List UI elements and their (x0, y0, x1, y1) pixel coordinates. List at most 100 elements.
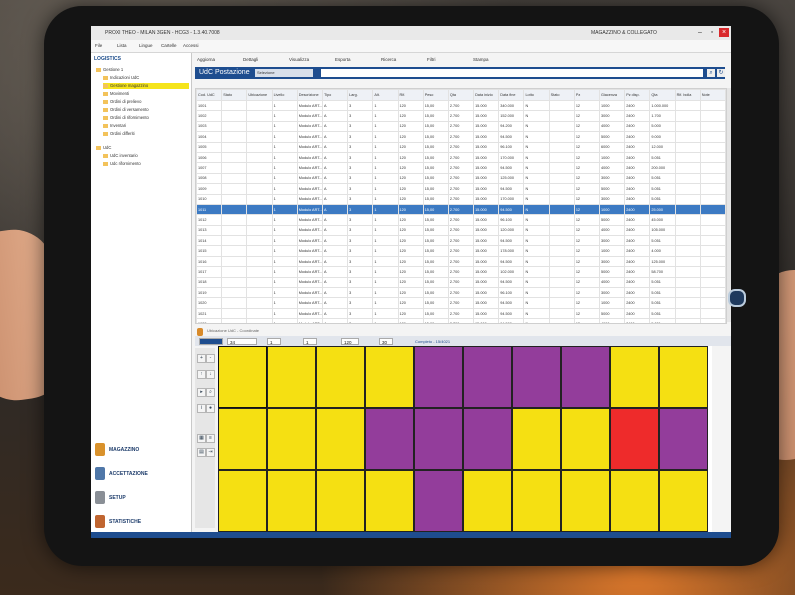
table-row[interactable]: 1019 1 Modulo ART... A 3 1 120 15,00 2.700 15.000… (196, 287, 726, 299)
location-cell[interactable] (316, 408, 365, 470)
column-header[interactable]: Pz disp. (624, 89, 651, 101)
table-row[interactable]: 1021 1 Modulo ART... A 3 1 120 15,00 2.700 15.000… (196, 307, 726, 320)
tree-item[interactable]: Gestione magazzino (103, 83, 148, 88)
column-header[interactable]: Data inizio (473, 89, 500, 101)
move-down-icon[interactable]: ↓ (206, 370, 215, 379)
toolbar-item-0[interactable]: Aggiorna (197, 57, 215, 62)
location-cell[interactable] (365, 470, 414, 532)
table-row[interactable]: 1018 1 Modulo ART... A 3 1 120 15,00 2.700 15.000… (196, 276, 726, 289)
table-row[interactable]: 1007 1 Modulo ART... A 3 1 120 15,00 2.700 15.000… (196, 162, 726, 174)
tree-item[interactable]: Ordini di versamento (103, 107, 149, 112)
settings-icon[interactable]: ● (206, 404, 215, 413)
column-header[interactable]: Rif. bolla (674, 89, 701, 101)
grid-scrollbar[interactable] (727, 88, 731, 322)
location-cell[interactable] (267, 346, 316, 408)
grid-icon[interactable]: ▦ (197, 434, 206, 443)
table-row[interactable]: 1009 1 Modulo ART... A 3 1 120 15,00 2.700 15.000… (196, 183, 726, 195)
tree-item[interactable]: UdC (96, 145, 111, 150)
location-cell[interactable] (561, 346, 610, 408)
table-row[interactable]: 1006 1 Modulo ART... A 3 1 120 15,00 2.700 15.000… (196, 151, 726, 164)
location-cell[interactable] (463, 346, 512, 408)
column-header[interactable]: Pz (573, 89, 601, 101)
location-cell[interactable] (659, 470, 708, 532)
menu-item-4[interactable]: Accessi (183, 43, 199, 48)
location-cell[interactable] (316, 346, 365, 408)
field-b[interactable]: 1 (267, 337, 281, 345)
location-cell[interactable] (414, 346, 463, 408)
info-icon[interactable]: i (197, 404, 206, 413)
column-header[interactable]: Data fine (498, 89, 525, 101)
location-cell[interactable] (610, 408, 659, 470)
tree-item[interactable]: Ordini differiti (103, 131, 135, 136)
column-header[interactable]: Stato (221, 89, 248, 101)
table-row[interactable]: 1001 1 Modulo ART... A 3 1 120 15,00 2.700 15.000… (196, 99, 726, 112)
module-dropdown[interactable]: Selezione (255, 69, 313, 77)
tree-item[interactable]: Inventari (103, 123, 126, 128)
refresh-icon[interactable]: ↻ (717, 69, 725, 77)
table-row[interactable]: 1022 1 Modulo ART... A 3 1 120 15,00 2.700 15.000… (196, 318, 726, 323)
table-row[interactable]: 1011 1 Modulo ART... A 3 1 120 15,00 2.700 15.000… (196, 203, 726, 216)
print-icon[interactable]: ▤ (197, 448, 206, 457)
column-header[interactable]: Lotto (523, 89, 550, 101)
location-cell[interactable] (512, 470, 561, 532)
column-header[interactable]: Qta (649, 89, 676, 101)
column-header[interactable]: Descrizione (296, 89, 323, 101)
toolbar-item-1[interactable]: Dettagli (243, 57, 258, 62)
table-row[interactable]: 1015 1 Modulo ART... A 3 1 120 15,00 2.700 15.000… (196, 245, 726, 257)
column-header[interactable]: Giacenza (598, 89, 626, 101)
table-row[interactable]: 1016 1 Modulo ART... A 3 1 120 15,00 2.700 15.000… (196, 255, 726, 268)
minimize-icon[interactable]: – (695, 28, 705, 37)
location-cell[interactable] (512, 408, 561, 470)
table-row[interactable]: 1008 1 Modulo ART... A 3 1 120 15,00 2.700 15.000… (196, 172, 726, 185)
column-header[interactable]: Stato (548, 89, 575, 101)
column-header[interactable]: Rif. (397, 89, 424, 101)
table-row[interactable]: 1010 1 Modulo ART... A 3 1 120 15,00 2.700 15.000… (196, 193, 726, 205)
maximize-icon[interactable]: ▫ (707, 28, 717, 37)
location-cell[interactable] (610, 346, 659, 408)
column-header[interactable]: Note (699, 89, 726, 101)
location-cell[interactable] (267, 408, 316, 470)
table-row[interactable]: 1014 1 Modulo ART... A 3 1 120 15,00 2.700 15.000… (196, 235, 726, 247)
location-cell[interactable] (218, 408, 267, 470)
table-row[interactable]: 1013 1 Modulo ART... A 3 1 120 15,00 2.700 15.000… (196, 224, 726, 237)
tree-item[interactable]: Udc rifornimento (103, 161, 141, 166)
location-cell[interactable] (365, 408, 414, 470)
column-header[interactable]: Peso (422, 89, 449, 101)
column-header[interactable]: Tipo (321, 89, 349, 101)
tree-item[interactable]: Ordini di prelievo (103, 99, 141, 104)
field-d[interactable]: 120 (341, 337, 359, 345)
floating-nav-button[interactable] (728, 289, 746, 307)
location-cell[interactable] (512, 346, 561, 408)
column-header[interactable]: Cod. UdC (196, 89, 223, 101)
table-row[interactable]: 1005 1 Modulo ART... A 3 1 120 15,00 2.700 15.000… (196, 141, 726, 153)
tree-item[interactable]: Ordini di rifornimento (103, 115, 149, 120)
column-header[interactable]: Qta (447, 89, 475, 101)
table-row[interactable]: 1020 1 Modulo ART... A 3 1 120 15,00 2.700 15.000… (196, 297, 726, 309)
toolbar-item-6[interactable]: Stampa (473, 57, 489, 62)
nav-button-2[interactable]: SETUP (91, 487, 191, 509)
menu-item-1[interactable]: Lista (117, 43, 127, 48)
zoom-out-icon[interactable]: - (206, 354, 215, 363)
list-icon[interactable]: ≡ (206, 434, 215, 443)
location-cell[interactable] (414, 470, 463, 532)
select-icon[interactable]: ▸ (197, 388, 206, 397)
zoom-in-icon[interactable]: + (197, 354, 206, 363)
location-cell[interactable] (267, 470, 316, 532)
toolbar-item-2[interactable]: Visualizza (289, 57, 309, 62)
close-icon[interactable]: × (719, 28, 729, 37)
tree-item[interactable]: Movimenti (103, 91, 129, 96)
tree-item[interactable]: UdC inventario (103, 153, 138, 158)
menu-item-0[interactable]: File (95, 43, 102, 48)
search-cell-icon[interactable]: ⌕ (206, 388, 215, 397)
search-input[interactable] (321, 69, 703, 77)
location-cell[interactable] (463, 408, 512, 470)
table-row[interactable]: 1002 1 Modulo ART... A 3 1 120 15,00 2.700 15.000… (196, 110, 726, 122)
location-cell[interactable] (561, 408, 610, 470)
toolbar-item-4[interactable]: Ricerca (381, 57, 396, 62)
location-cell[interactable] (659, 408, 708, 470)
location-cell[interactable] (561, 470, 610, 532)
table-row[interactable]: 1004 1 Modulo ART... A 3 1 120 15,00 2.700 15.000… (196, 131, 726, 143)
location-cell[interactable] (218, 346, 267, 408)
location-cell[interactable] (316, 470, 365, 532)
tree-item[interactable]: Gestione 1 (96, 67, 123, 72)
